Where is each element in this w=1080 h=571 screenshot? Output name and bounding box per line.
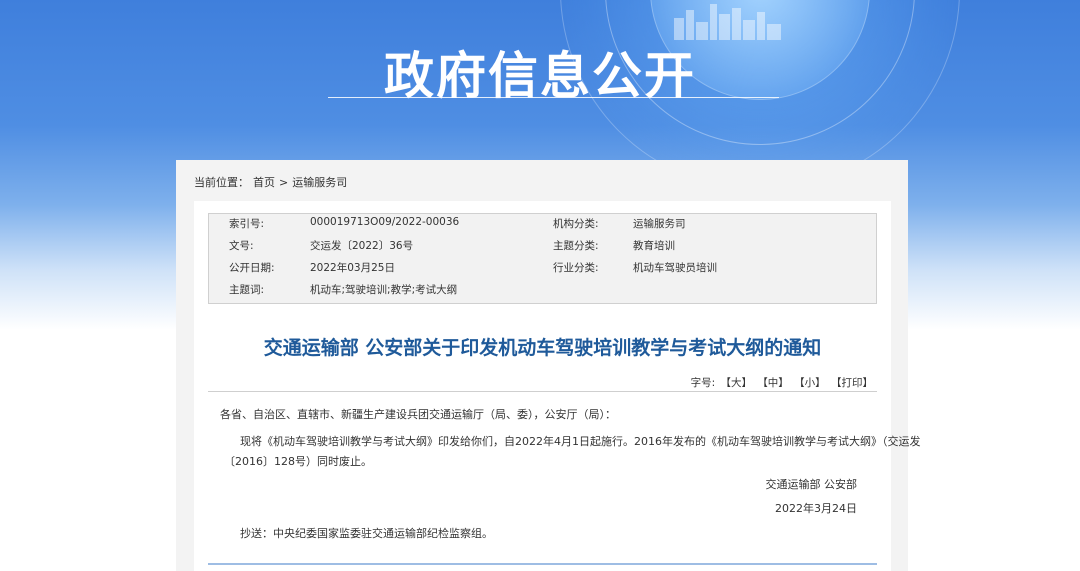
- meta-row: 索引号: 000019713O09/2022-00036 机构分类: 运输服务司: [209, 216, 876, 238]
- font-size-small-button[interactable]: 【小】: [794, 377, 826, 389]
- breadcrumb-separator: >: [279, 176, 289, 189]
- banner-underline: [328, 97, 779, 98]
- breadcrumb-label: 当前位置：: [194, 176, 249, 189]
- breadcrumb: 当前位置： 首页 > 运输服务司: [194, 174, 351, 190]
- salutation: 各省、自治区、直辖市、新疆生产建设兵团交通运输厅（局、委），公安厅（局）：: [220, 408, 616, 421]
- org-label: 机构分类:: [553, 218, 599, 230]
- font-size-label: 字号:: [690, 377, 716, 389]
- body-paragraph-line: 〔2016〕128号）同时废止。: [224, 455, 372, 468]
- bottom-divider: [208, 563, 877, 565]
- doc-number-value: 交运发〔2022〕36号: [310, 240, 414, 252]
- industry-value: 机动车驾驶员培训: [633, 262, 717, 274]
- meta-row: 公开日期: 2022年03月25日 行业分类: 机动车驾驶员培训: [209, 260, 876, 282]
- meta-row: 主题词: 机动车;驾驶培训;教学;考试大纲: [209, 282, 876, 304]
- keywords-value: 机动车;驾驶培训;教学;考试大纲: [310, 284, 458, 296]
- content-panel: 当前位置： 首页 > 运输服务司 索引号: 000019713O09/2022-000…: [176, 160, 920, 571]
- article-title: 交通运输部 公安部关于印发机动车驾驶培训教学与考试大纲的通知: [263, 337, 822, 359]
- breadcrumb-current-link[interactable]: 运输服务司: [292, 176, 347, 189]
- body-paragraph-line: 现将《机动车驾驶培训教学与考试大纲》印发给你们，自2022年4月1日起施行。20…: [240, 435, 921, 448]
- breadcrumb-home-link[interactable]: 首页: [253, 176, 275, 189]
- topic-label: 主题分类:: [553, 240, 599, 252]
- publish-date-value: 2022年03月25日: [310, 262, 395, 274]
- print-button[interactable]: 【打印】: [831, 377, 873, 389]
- font-size-medium-button[interactable]: 【中】: [757, 377, 789, 389]
- index-label: 索引号:: [229, 218, 265, 230]
- signature: 交通运输部 公安部: [765, 478, 858, 491]
- topic-value: 教育培训: [633, 240, 675, 252]
- keywords-label: 主题词:: [229, 284, 265, 296]
- org-value: 运输服务司: [633, 218, 686, 230]
- sign-date: 2022年3月24日: [775, 502, 857, 515]
- index-value: 000019713O09/2022-00036: [310, 216, 460, 228]
- publish-date-label: 公开日期:: [229, 262, 275, 274]
- font-size-large-button[interactable]: 【大】: [720, 377, 752, 389]
- font-size-controls: 字号: 【大】 【中】 【小】 【打印】: [691, 375, 873, 390]
- meta-row: 文号: 交运发〔2022〕36号 主题分类: 教育培训: [209, 238, 876, 260]
- doc-number-label: 文号:: [229, 240, 254, 252]
- cc-line: 抄送：中央纪委国家监委驻交通运输部纪检监察组。: [240, 527, 493, 540]
- document-metadata-table: 索引号: 000019713O09/2022-00036 机构分类: 运输服务司…: [208, 213, 877, 304]
- title-divider: [208, 391, 877, 392]
- article-container: 索引号: 000019713O09/2022-00036 机构分类: 运输服务司…: [194, 201, 920, 571]
- industry-label: 行业分类:: [553, 262, 599, 274]
- city-skyline-graphic: [670, 0, 790, 40]
